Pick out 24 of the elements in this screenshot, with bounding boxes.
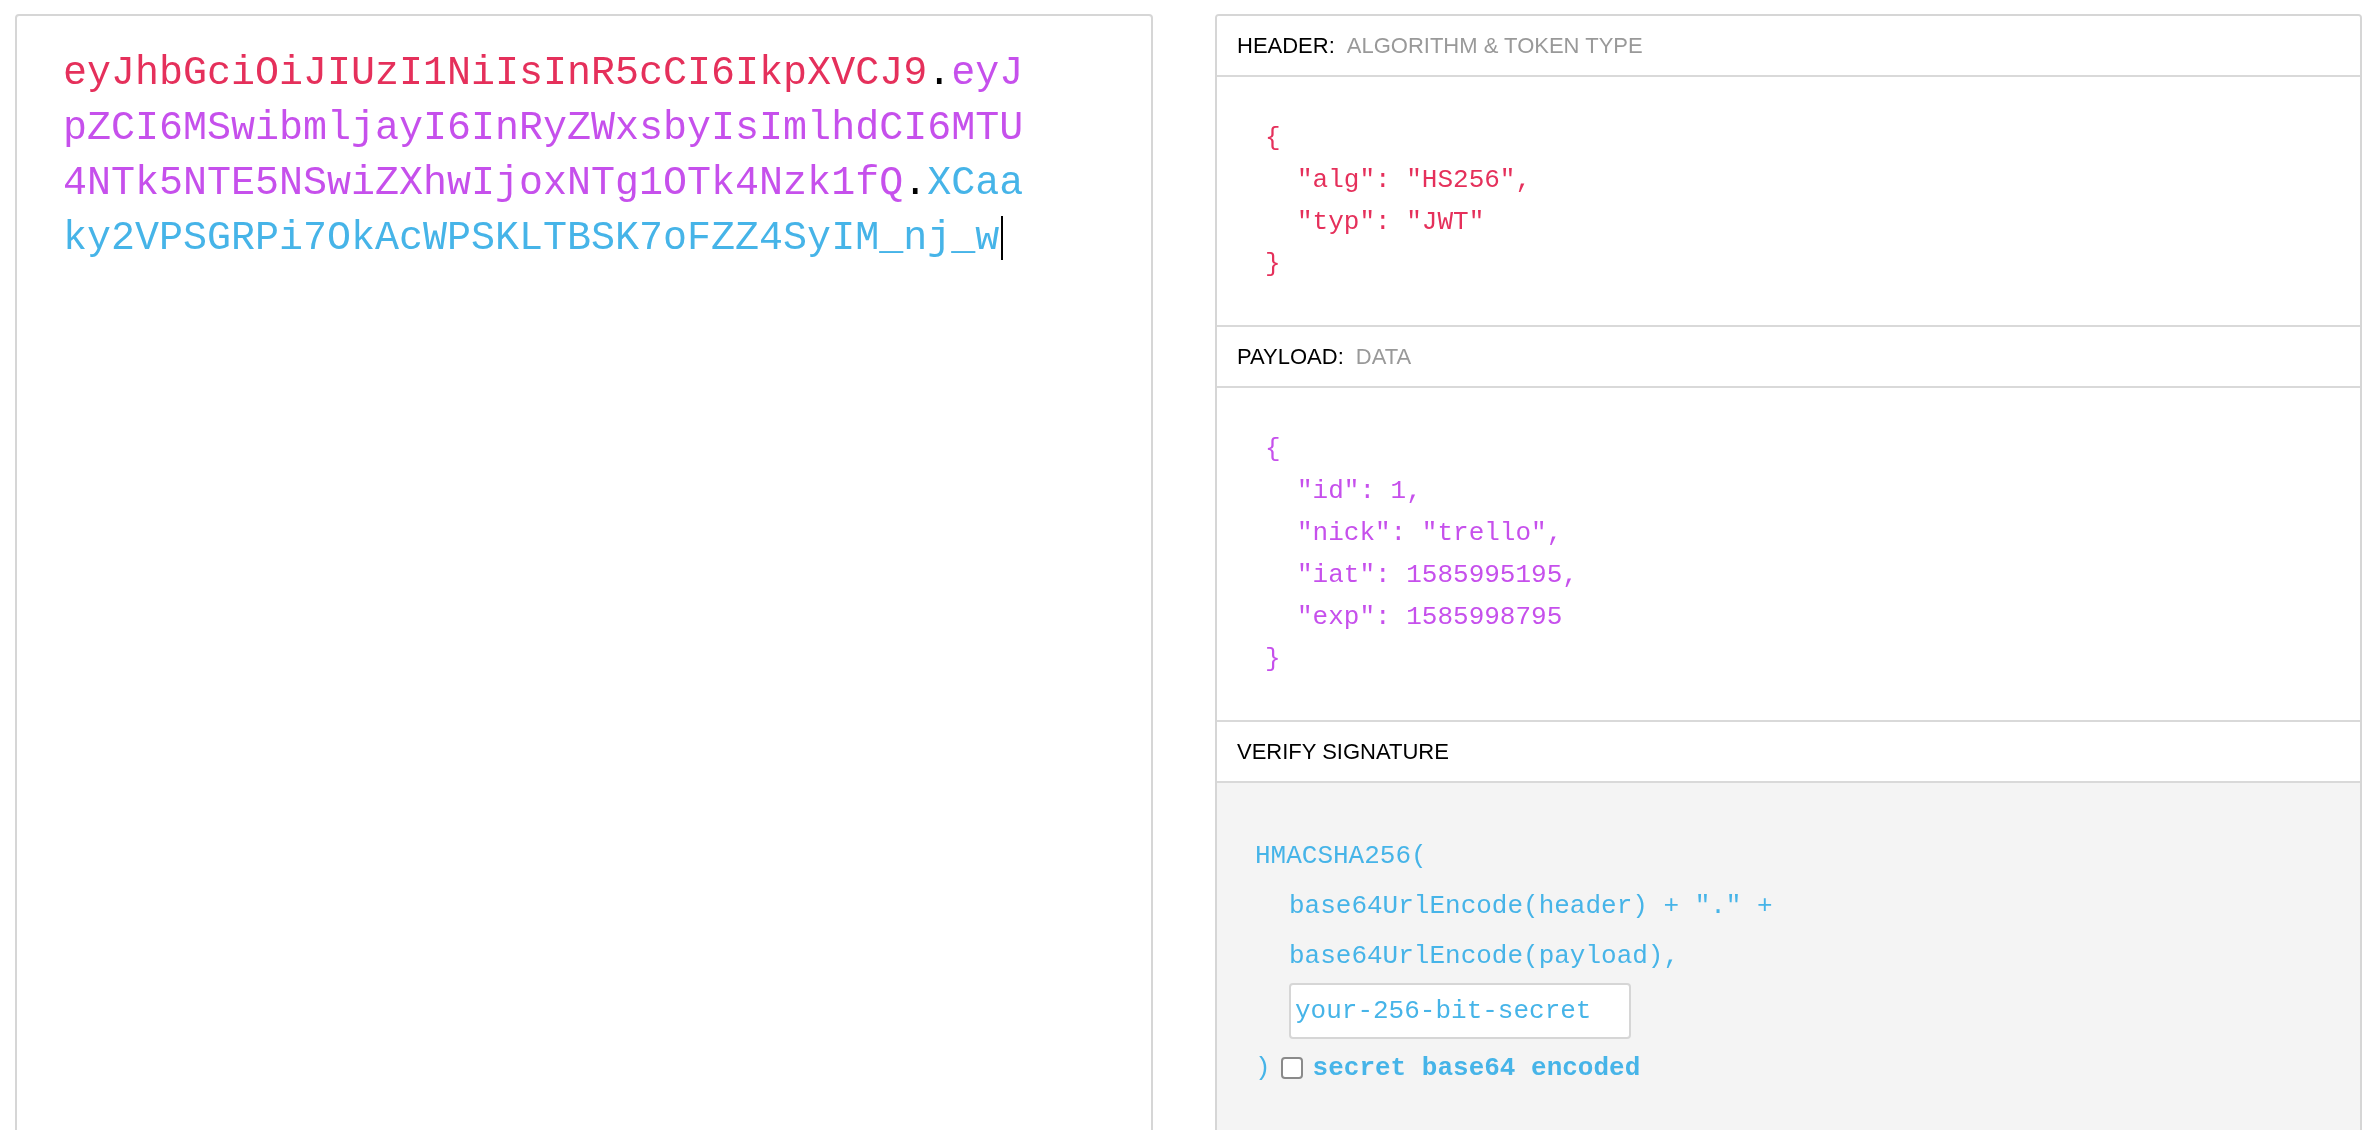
code-line: } <box>1265 248 1281 281</box>
base64-checkbox[interactable] <box>1280 1057 1303 1079</box>
checkbox-label[interactable]: secret base64 encoded <box>1312 1043 1641 1093</box>
code-line: HMACSHA256( <box>1255 840 1427 873</box>
code-line: "alg": "HS256", <box>1296 164 1532 197</box>
code-line: "typ": "JWT" <box>1296 206 1485 239</box>
encoded-panel[interactable]: eyJhbGciOiJIUzI1NiIsInR5cCI6IkpXVCJ9.eyJpZCI6MSwibmljayI6InRyZWxsbyIsImlhdCI6MTU4NTk5NTE5NSwiZXhwIjoxNTg1OTk4Nzk1fQ.XCaaky2VPSGRPi7OkAcWPSKLTBSK7oFZZ4SyIM_nj_w <box>15 14 1153 1130</box>
code-line: { <box>1265 122 1281 155</box>
code-line: "exp": 1585998795 <box>1296 601 1563 634</box>
code-line: ) <box>1255 1052 1271 1085</box>
section-title: PAYLOAD: <box>1237 343 1344 371</box>
section-title: HEADER: <box>1237 32 1335 60</box>
code-line: "id": 1, <box>1296 475 1422 508</box>
secret-input[interactable]: your-256-bit-secret <box>1289 983 1631 1039</box>
section-subtitle: DATA <box>1355 343 1412 371</box>
section-title: VERIFY SIGNATURE <box>1237 738 1449 766</box>
code-line: base64UrlEncode(payload), <box>1289 940 1680 973</box>
jwt-token-text: eyJhbGciOiJIUzI1NiIsInR5cCI6IkpXVCJ9.eyJpZCI6MSwibmljayI6InRyZWxsbyIsImlhdCI6MTU4NTk5NTE5NSwiZXhwIjoxNTg1OTk4Nzk1fQ.XCaaky2VPSGRPi7OkAcWPSKLTBSK7oFZZ4SyIM_nj_w <box>63 50 1025 263</box>
code-line: "nick": "trello", <box>1296 517 1563 550</box>
section-subtitle: ALGORITHM & TOKEN TYPE <box>1346 32 1643 60</box>
code-line: } <box>1265 643 1281 676</box>
code-line: base64UrlEncode(header) + "." + <box>1289 890 1773 923</box>
code-line: "iat": 1585995195, <box>1296 559 1578 592</box>
code-line: { <box>1265 433 1281 466</box>
